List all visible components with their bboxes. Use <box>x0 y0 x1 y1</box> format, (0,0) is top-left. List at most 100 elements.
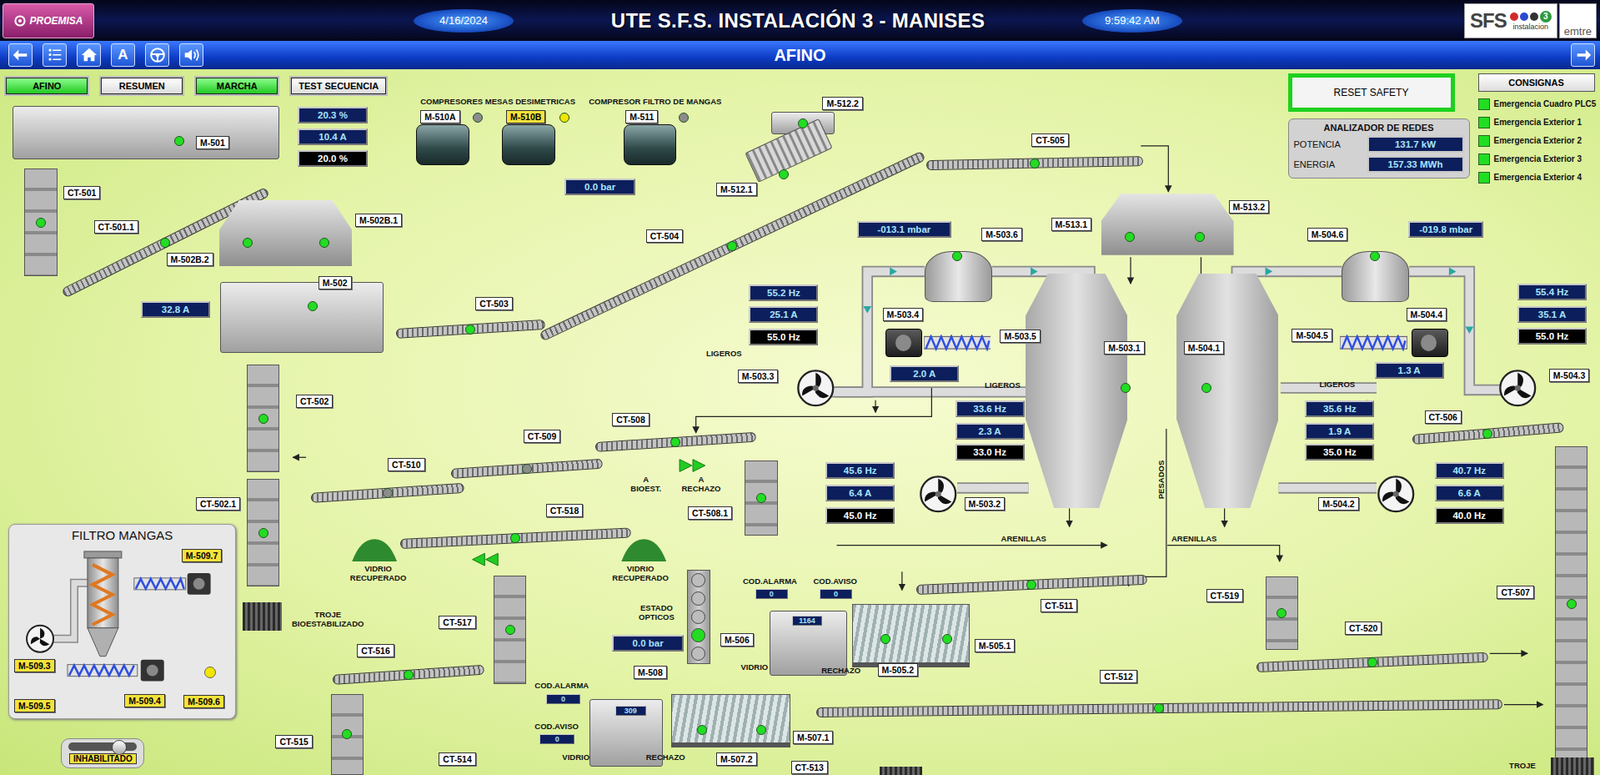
reset-safety-button[interactable]: RESET SAFETY <box>1288 73 1455 112</box>
equipment-tag[interactable]: M-502 <box>318 275 352 290</box>
equipment-tag[interactable]: CT-502.1 <box>195 496 241 511</box>
bin-shape[interactable] <box>1550 757 1594 775</box>
equipment-tag[interactable]: M-509.7 <box>181 548 223 562</box>
compressor-shape[interactable] <box>623 124 678 166</box>
equipment-tag[interactable]: M-503.3 <box>737 369 779 383</box>
equipment-tag[interactable]: CT-519 <box>1206 588 1244 602</box>
equipment-tag[interactable]: M-504.2 <box>1318 496 1360 511</box>
machine-shape[interactable] <box>12 105 281 160</box>
table-shape[interactable] <box>671 693 791 748</box>
home-button[interactable] <box>76 43 101 67</box>
equipment-tag[interactable]: M-503.6 <box>981 227 1023 241</box>
fan-icon <box>918 474 958 514</box>
equipment-tag[interactable]: M-510B <box>506 110 546 124</box>
equipment-tag[interactable]: M-503.1 <box>1103 341 1145 355</box>
equipment-tag[interactable]: CT-515 <box>275 734 312 748</box>
switch-track[interactable] <box>68 742 137 751</box>
separator-shape[interactable] <box>1025 273 1128 509</box>
equipment-tag[interactable]: M-505.1 <box>974 638 1016 653</box>
separator-shape[interactable] <box>1176 273 1279 509</box>
equipment-tag[interactable]: CT-504 <box>646 229 683 243</box>
bin-shape[interactable] <box>879 766 923 775</box>
equipment-tag[interactable]: CT-511 <box>1040 598 1078 612</box>
header-bar: PROEMISA4/16/2024UTE S.F.S. INSTALACIÓN … <box>0 0 1600 41</box>
equipment-tag[interactable]: M-513.1 <box>1051 217 1093 231</box>
status-dot <box>559 112 570 123</box>
equipment-tag[interactable]: CT-508 <box>611 412 649 427</box>
mode-button[interactable]: RESUMEN <box>100 77 183 95</box>
equipment-tag[interactable]: CT-507 <box>1496 585 1534 599</box>
table-shape[interactable] <box>852 603 970 668</box>
value-readout: 0.0 bar <box>564 178 637 196</box>
fan-shape[interactable] <box>1376 474 1416 514</box>
list-button[interactable] <box>42 43 67 67</box>
equipment-tag[interactable]: M-509.4 <box>124 693 166 708</box>
mode-button[interactable]: AFINO <box>5 77 88 95</box>
equipment-tag[interactable]: M-504.6 <box>1307 227 1349 241</box>
equipment-tag[interactable]: M-506 <box>720 632 754 647</box>
compressor-shape[interactable] <box>416 124 470 166</box>
text-key-button[interactable]: A <box>110 43 136 67</box>
mode-button[interactable]: MARCHA <box>195 77 278 95</box>
equipment-tag[interactable]: M-510A <box>420 110 460 124</box>
equipment-tag[interactable]: CT-513 <box>791 760 828 774</box>
equipment-tag[interactable]: CT-517 <box>438 615 476 629</box>
motor-shape[interactable] <box>885 328 923 357</box>
equipment-tag[interactable]: CT-506 <box>1424 410 1462 424</box>
mode-button[interactable]: TEST SECUENCIA <box>290 77 387 95</box>
equipment-tag[interactable]: M-504.1 <box>1183 341 1225 355</box>
equipment-tag[interactable]: M-511 <box>625 110 658 124</box>
switch-knob[interactable] <box>111 739 127 755</box>
equipment-tag[interactable]: M-512.2 <box>822 96 863 111</box>
equipment-tag[interactable]: M-513.2 <box>1228 200 1270 214</box>
screw-shape[interactable] <box>1339 334 1408 352</box>
equipment-tag[interactable]: CT-520 <box>1344 621 1382 635</box>
sound-button[interactable] <box>179 43 204 67</box>
equipment-tag[interactable]: CT-501.1 <box>94 220 139 234</box>
hopper-shape[interactable] <box>219 200 352 267</box>
wheel-button[interactable] <box>145 43 170 67</box>
equipment-tag[interactable]: CT-505 <box>1031 133 1069 147</box>
enable-switch[interactable]: INHABILITADO <box>60 737 145 768</box>
screw-shape[interactable] <box>923 334 992 352</box>
equipment-tag[interactable]: M-512.1 <box>716 182 758 196</box>
equipment-tag[interactable]: M-503.4 <box>882 307 924 322</box>
forward-button[interactable] <box>1570 43 1595 67</box>
equipment-tag[interactable]: CT-501 <box>63 185 101 200</box>
back-button[interactable] <box>8 43 33 67</box>
equipment-tag[interactable]: M-507.1 <box>792 730 834 744</box>
fan-shape[interactable] <box>1498 368 1538 408</box>
equipment-tag[interactable]: M-502B.2 <box>166 252 214 266</box>
equipment-tag[interactable]: M-509.5 <box>14 698 56 713</box>
equipment-tag[interactable]: CT-514 <box>438 752 476 766</box>
equipment-tag[interactable]: CT-516 <box>356 643 394 658</box>
equipment-tag[interactable]: CT-510 <box>387 457 425 472</box>
hopper-shape[interactable] <box>1101 193 1234 255</box>
equipment-tag[interactable]: CT-518 <box>546 503 583 517</box>
equipment-tag[interactable]: M-505.2 <box>877 662 919 677</box>
equipment-tag[interactable]: CT-509 <box>523 429 561 443</box>
equipment-tag[interactable]: M-503.2 <box>964 496 1006 511</box>
equipment-tag[interactable]: CT-502 <box>295 394 333 408</box>
equipment-tag[interactable]: M-509.3 <box>14 658 56 673</box>
equipment-tag[interactable]: M-504.4 <box>1406 307 1448 322</box>
equipment-tag[interactable]: M-509.6 <box>183 694 225 708</box>
equipment-tag[interactable]: M-508 <box>633 665 668 679</box>
equipment-tag[interactable]: M-504.3 <box>1549 368 1590 382</box>
equipment-tag[interactable]: M-501 <box>195 135 230 150</box>
equipment-tag[interactable]: M-507.2 <box>716 752 758 766</box>
compressor-shape[interactable] <box>501 124 556 166</box>
equipment-tag[interactable]: CT-512 <box>1099 669 1137 683</box>
bin-shape[interactable] <box>242 601 282 631</box>
motor-shape[interactable] <box>1411 328 1449 357</box>
setpoints-button[interactable]: CONSIGNAS <box>1478 73 1595 92</box>
equipment-tag[interactable]: CT-508.1 <box>687 506 733 520</box>
equipment-tag[interactable]: M-503.5 <box>999 329 1041 343</box>
equipment-tag[interactable]: M-502B.1 <box>355 213 402 227</box>
value-readout: 0 <box>539 733 575 744</box>
equipment-tag[interactable]: M-504.5 <box>1291 328 1333 342</box>
fan-shape[interactable] <box>918 474 958 514</box>
equipment-tag[interactable]: CT-503 <box>475 296 512 311</box>
machine-shape[interactable] <box>220 281 384 354</box>
fan-shape[interactable] <box>796 368 836 408</box>
